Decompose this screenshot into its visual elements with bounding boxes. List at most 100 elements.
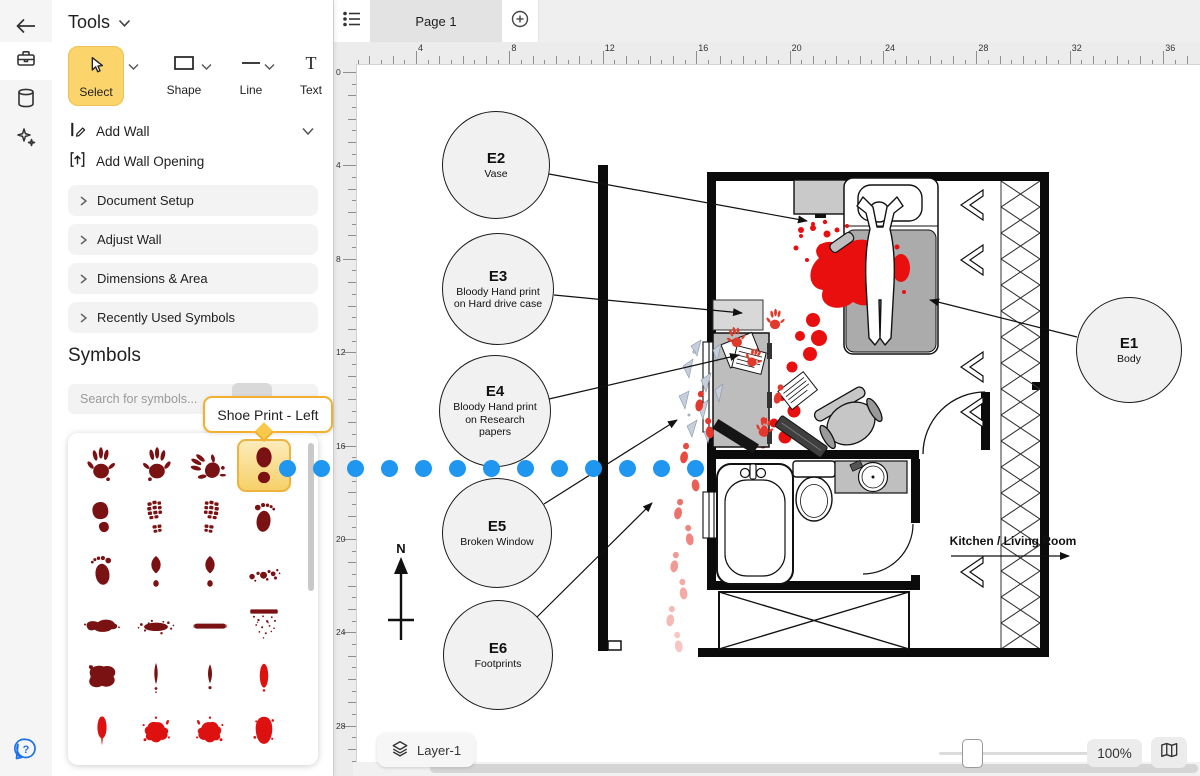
evidence-e2[interactable]: E2Vase — [442, 111, 550, 219]
zoom-slider-handle[interactable] — [962, 739, 983, 768]
north-label: N — [396, 541, 405, 556]
tool-shape-label: Shape — [167, 83, 202, 97]
rail-item-tools[interactable] — [0, 44, 52, 78]
symbol-blood-spray-icon[interactable] — [237, 598, 291, 651]
symbol-tooltip: Shoe Print - Left — [203, 396, 333, 433]
hanger-icons — [961, 190, 983, 587]
svg-text:?: ? — [23, 744, 30, 756]
symbol-blood-drip-2-icon[interactable] — [183, 651, 237, 704]
cursor-icon — [85, 54, 107, 81]
map-icon — [1159, 741, 1179, 764]
arrow-left-icon — [15, 16, 37, 41]
bathtub[interactable] — [717, 464, 793, 584]
tool-text-button[interactable]: T Text — [286, 52, 336, 97]
symbol-grid — [75, 439, 291, 757]
drag-trail-dot — [449, 460, 466, 477]
north-arrow[interactable]: N — [388, 541, 414, 640]
symbol-blood-drop-bright-2-icon[interactable] — [75, 704, 129, 757]
symbol-blood-splat-icon[interactable] — [129, 704, 183, 757]
page-list-button[interactable] — [334, 0, 371, 42]
layer-label: Layer-1 — [417, 743, 461, 758]
symbol-bloody-hand-smear-icon[interactable] — [183, 439, 237, 492]
symbol-blood-splat-2-icon[interactable] — [183, 704, 237, 757]
section-recently-used-symbols[interactable]: Recently Used Symbols — [68, 302, 318, 333]
rail-item-data[interactable] — [0, 83, 52, 117]
tab-page-1-label: Page 1 — [415, 14, 456, 29]
tool-line-label: Line — [240, 83, 263, 97]
wall-end-cap — [608, 641, 621, 650]
symbol-blood-drop-bright-icon[interactable] — [237, 651, 291, 704]
minimap-button[interactable] — [1151, 737, 1187, 768]
text-icon: T — [300, 52, 322, 79]
tool-select-button[interactable]: Select — [68, 46, 124, 106]
page-list-icon — [342, 10, 362, 33]
symbol-blood-smear-line-icon[interactable] — [183, 598, 237, 651]
svg-text:T: T — [306, 53, 317, 73]
evidence-e3[interactable]: E3Bloody Hand print on Hard drive case — [442, 233, 554, 345]
tab-page-1[interactable]: Page 1 — [370, 0, 502, 42]
drag-trail-dot — [687, 460, 704, 477]
chevron-right-icon — [79, 234, 88, 246]
evidence-e6[interactable]: E6Footprints — [443, 600, 553, 710]
symbol-bloody-hand-print-left-icon[interactable] — [129, 439, 183, 492]
symbol-bare-foot-print-left-icon[interactable] — [75, 545, 129, 598]
storage-box[interactable] — [719, 592, 909, 649]
chevron-right-icon — [79, 312, 88, 324]
symbol-blood-pool-icon[interactable] — [75, 651, 129, 704]
layer-button[interactable]: Layer-1 — [377, 733, 475, 767]
symbol-boot-print-tread-icon[interactable] — [129, 492, 183, 545]
shape-dropdown-chevron-icon[interactable] — [201, 58, 212, 76]
closet[interactable] — [961, 181, 1040, 648]
line-dropdown-chevron-icon[interactable] — [264, 58, 275, 76]
back-button[interactable] — [0, 11, 52, 45]
symbol-blood-splat-oval-icon[interactable] — [237, 704, 291, 757]
select-dropdown-chevron-icon[interactable] — [128, 58, 139, 76]
section-document-setup[interactable]: Document Setup — [68, 185, 318, 216]
evidence-e1[interactable]: E1Body — [1076, 297, 1182, 403]
symbol-blood-smear-icon[interactable] — [75, 598, 129, 651]
add-wall-chevron-icon[interactable] — [302, 124, 314, 139]
drag-trail-dot — [585, 460, 602, 477]
symbol-blood-drip-icon[interactable] — [129, 651, 183, 704]
add-page-button[interactable] — [502, 0, 539, 42]
tools-panel-header[interactable]: Tools — [68, 12, 131, 33]
tv[interactable] — [794, 180, 846, 218]
chevron-right-icon — [79, 273, 88, 285]
add-wall-button[interactable]: Add Wall — [68, 118, 318, 144]
add-wall-label: Add Wall — [96, 124, 150, 139]
bathroom-sink[interactable] — [835, 460, 907, 493]
drawing-canvas-area[interactable]: Page 1 4812162024283236 0481216202428 — [333, 0, 1200, 776]
symbol-shoe-print-solid-icon[interactable] — [75, 492, 129, 545]
drag-trail-dot — [551, 460, 568, 477]
section-dimensions-area[interactable]: Dimensions & Area — [68, 263, 318, 294]
symbol-blood-spatter-wide-icon[interactable] — [129, 598, 183, 651]
evidence-e5[interactable]: E5Broken Window — [442, 478, 552, 588]
hard-drive-case[interactable] — [713, 300, 763, 330]
drag-trail-dot — [483, 460, 500, 477]
symbol-boot-print-tread-2-icon[interactable] — [183, 492, 237, 545]
rail-item-assistant[interactable] — [0, 122, 52, 156]
floor-papers[interactable] — [778, 372, 817, 410]
toilet[interactable] — [793, 461, 835, 521]
symbol-heel-toe-print-icon[interactable] — [129, 545, 183, 598]
tools-panel: Tools Select Shape Line — [52, 0, 333, 776]
symbol-bloody-hand-print-right-icon[interactable] — [75, 439, 129, 492]
add-wall-opening-button[interactable]: Add Wall Opening — [68, 148, 318, 174]
symbol-heel-toe-print-2-icon[interactable] — [183, 545, 237, 598]
drag-trail-dot — [517, 460, 534, 477]
zoom-controls: 100% — [939, 737, 1191, 769]
section-adjust-wall[interactable]: Adjust Wall — [68, 224, 318, 255]
collapsible-sections: Document Setup Adjust Wall Dimensions & Ar… — [68, 185, 318, 341]
chevron-right-icon — [79, 195, 88, 207]
rectangle-shape-icon — [171, 52, 197, 79]
plus-circle-icon — [510, 9, 530, 34]
add-wall-opening-icon — [68, 150, 87, 172]
evidence-e4[interactable]: E4Bloody Hand print on Research papers — [439, 355, 551, 467]
symbol-tooltip-label: Shoe Print - Left — [217, 407, 318, 423]
bathroom-door-arc[interactable] — [863, 524, 913, 574]
symbols-heading: Symbols — [68, 345, 141, 367]
help-button[interactable]: ? — [0, 734, 52, 768]
symbol-bare-foot-print-right-icon[interactable] — [237, 492, 291, 545]
symbol-blood-spatter-trail-icon[interactable] — [237, 545, 291, 598]
left-icon-rail: ? — [0, 0, 52, 776]
